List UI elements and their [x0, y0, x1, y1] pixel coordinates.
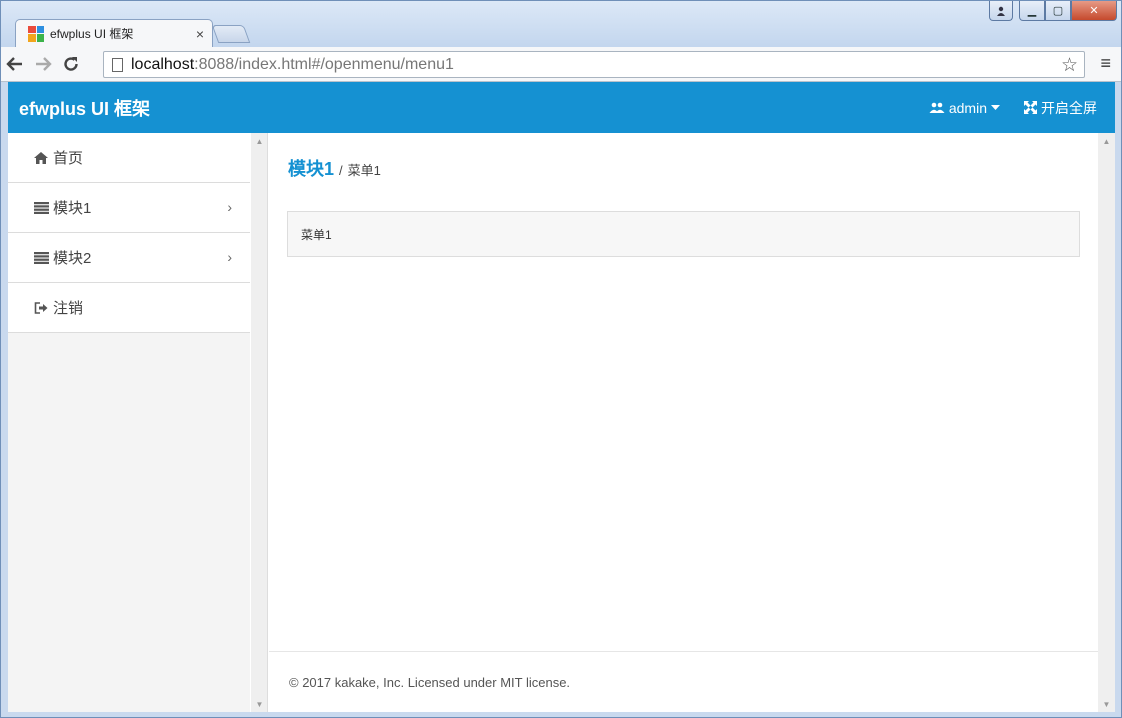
maximize-button[interactable]: ▢ — [1045, 1, 1071, 21]
sidebar-item-label: 注销 — [53, 300, 84, 317]
forward-button[interactable] — [29, 50, 57, 78]
home-icon — [33, 151, 49, 164]
page-icon — [112, 57, 123, 72]
main-content: 模块1 / 菜单1 菜单1 © 2017 kakake, Inc. Licens… — [269, 133, 1098, 712]
sidebar-item-label: 模块2 — [53, 250, 92, 267]
tab-title: efwplus UI 框架 — [50, 27, 134, 41]
breadcrumb-module: 模块1 — [288, 159, 335, 179]
minimize-icon: ▁ — [1027, 5, 1037, 17]
new-tab-button[interactable] — [211, 25, 251, 43]
profile-button[interactable] — [989, 1, 1013, 21]
sidebar-item-module1[interactable]: 模块1 › — [8, 183, 250, 233]
header-actions: admin 开启全屏 — [929, 82, 1097, 133]
sidebar-item-module2[interactable]: 模块2 › — [8, 233, 250, 283]
chevron-right-icon: › — [227, 199, 232, 215]
scroll-up-icon[interactable]: ▲ — [251, 133, 268, 149]
close-icon: ✕ — [1089, 5, 1099, 17]
sign-out-icon — [33, 301, 49, 314]
footer-text: © 2017 kakake, Inc. Licensed under MIT l… — [289, 674, 571, 690]
caret-down-icon — [991, 104, 1000, 110]
sidebar-item-label: 模块1 — [53, 200, 92, 217]
main-scrollbar[interactable]: ▲ ▼ — [1098, 133, 1115, 712]
sidebar: 首页 模块1 › 模块2 › 注销 — [8, 133, 250, 712]
fullscreen-button[interactable]: 开启全屏 — [1024, 98, 1097, 118]
back-button[interactable] — [1, 50, 29, 78]
list-icon — [33, 201, 49, 214]
brand-title: efwplus UI 框架 — [19, 98, 151, 119]
url-text: localhost:8088/index.html#/openmenu/menu… — [131, 55, 454, 73]
breadcrumb-separator: / — [339, 163, 343, 178]
address-bar[interactable]: localhost:8088/index.html#/openmenu/menu… — [103, 51, 1085, 78]
scroll-down-icon[interactable]: ▼ — [251, 696, 268, 712]
fullscreen-label: 开启全屏 — [1041, 99, 1097, 116]
app-root: efwplus UI 框架 admin 开启全屏 首页 模块1 › 模块2 › … — [8, 82, 1115, 712]
favicon-icon — [28, 25, 44, 42]
users-icon — [929, 102, 945, 113]
reload-icon — [64, 57, 78, 71]
back-arrow-icon — [6, 57, 22, 71]
sidebar-item-label: 首页 — [53, 150, 84, 167]
list-icon — [33, 251, 49, 264]
scroll-up-icon[interactable]: ▲ — [1098, 133, 1115, 149]
forward-arrow-icon — [36, 57, 52, 71]
window-controls: ▁ ▢ ✕ — [989, 1, 1117, 21]
minimize-button[interactable]: ▁ — [1019, 1, 1045, 21]
user-menu-label: admin — [948, 99, 987, 116]
title-bar: ▁ ▢ ✕ efwplus UI 框架 × — [1, 1, 1121, 47]
sidebar-item-logout[interactable]: 注销 — [8, 283, 250, 333]
tab-close-icon[interactable]: × — [196, 26, 204, 42]
reload-button[interactable] — [57, 50, 85, 78]
browser-menu-icon[interactable]: ≡ — [1100, 53, 1111, 74]
expand-icon — [1024, 101, 1037, 114]
footer: © 2017 kakake, Inc. Licensed under MIT l… — [269, 651, 1098, 712]
breadcrumb-menu: 菜单1 — [347, 163, 381, 178]
panel-text: 菜单1 — [301, 227, 332, 242]
sidebar-scrollbar[interactable]: ▲ ▼ — [251, 133, 268, 712]
breadcrumb: 模块1 / 菜单1 — [288, 155, 381, 181]
user-menu[interactable]: admin — [929, 100, 1000, 116]
browser-toolbar: localhost:8088/index.html#/openmenu/menu… — [1, 47, 1121, 82]
sidebar-item-home[interactable]: 首页 — [8, 133, 250, 183]
chevron-right-icon: › — [227, 249, 232, 265]
content-panel: 菜单1 — [287, 211, 1080, 257]
browser-window: ▁ ▢ ✕ efwplus UI 框架 × localhost:8088/ind… — [0, 0, 1122, 718]
app-header: efwplus UI 框架 admin 开启全屏 — [8, 82, 1115, 133]
close-window-button[interactable]: ✕ — [1071, 1, 1117, 21]
maximize-icon: ▢ — [1052, 5, 1064, 17]
scroll-down-icon[interactable]: ▼ — [1098, 696, 1115, 712]
bookmark-star-icon[interactable]: ☆ — [1061, 54, 1078, 77]
user-icon — [997, 6, 1005, 16]
browser-tab[interactable]: efwplus UI 框架 × — [15, 19, 213, 47]
